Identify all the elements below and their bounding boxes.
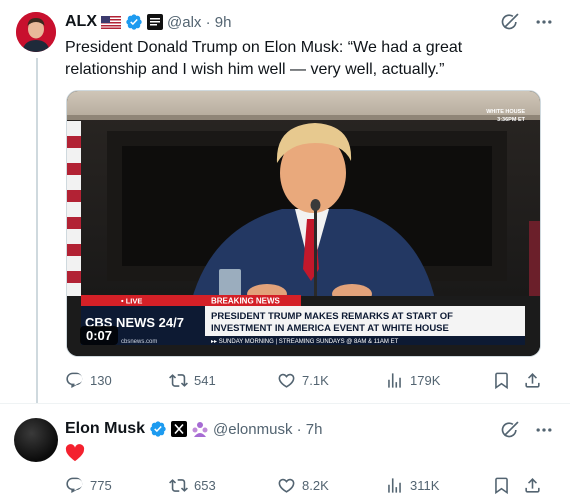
repost-count: 541 [194,373,216,388]
tweet-alx[interactable]: ALX @alx · 9h President Donald Trump on … [0,0,570,404]
reply-icon [65,371,84,390]
ticker-text: ▸▸ SUNDAY MORNING | STREAMING SUNDAYS @ … [211,339,399,345]
author-handle-time[interactable]: @alx · 9h [167,14,231,31]
repost-icon [169,476,188,495]
repost-button[interactable]: 541 [169,371,216,390]
affiliate-badge-icon[interactable] [147,14,163,30]
avatar-elonmusk[interactable] [14,418,58,462]
verified-badge-icon[interactable] [125,13,143,31]
people-group-icon [191,421,209,437]
like-count: 8.2K [302,478,329,493]
x-affiliate-badge-icon[interactable] [171,421,188,437]
tweet-actions: 775 653 8.2K 311K [65,476,543,496]
tweet-text: President Donald Trump on Elon Musk: “We… [65,39,463,78]
author-handle-time[interactable]: @elonmusk · 7h [213,421,322,438]
views-button[interactable]: 311K [385,476,439,495]
share-button[interactable] [523,371,542,390]
bookmark-icon [492,371,511,390]
headline-line-2: INVESTMENT IN AMERICA EVENT AT WHITE HOU… [211,323,449,334]
like-icon [277,476,296,495]
author-name[interactable]: Elon Musk [65,420,145,438]
repost-icon [169,371,188,390]
avatar-alx[interactable] [16,12,56,52]
like-button[interactable]: 8.2K [277,476,329,495]
views-button[interactable]: 179K [385,371,440,390]
video-frame: • LIVE BREAKING NEWS CBS NEWS 24/7 PRESI… [67,91,540,356]
views-icon [385,476,404,495]
tweet-top-actions [500,420,554,440]
bookmark-button[interactable] [492,371,511,390]
reply-button[interactable]: 130 [65,371,112,390]
red-heart-icon [65,444,85,467]
live-label: • LIVE [121,297,142,306]
reply-button[interactable]: 775 [65,476,112,495]
grok-icon[interactable] [500,420,520,440]
views-icon [385,371,404,390]
views-count: 311K [410,478,440,493]
repost-button[interactable]: 653 [169,476,216,495]
more-icon[interactable] [534,12,554,32]
share-button[interactable] [523,476,542,495]
share-icon [523,476,542,495]
tweet-header: Elon Musk @elonmusk · 7h [65,419,322,439]
breaking-news-label: BREAKING NEWS [211,297,281,306]
repost-count: 653 [194,478,216,493]
more-icon[interactable] [534,420,554,440]
site-label: cbsnews.com [121,339,157,345]
avatar-portrait-icon [16,12,56,52]
like-icon [277,371,296,390]
tweet-top-actions [500,12,554,32]
tweet-header: ALX @alx · 9h [65,12,231,32]
grok-icon[interactable] [500,12,520,32]
views-count: 179K [410,373,441,388]
video-player[interactable]: • LIVE BREAKING NEWS CBS NEWS 24/7 PRESI… [66,90,541,357]
reply-icon [65,476,84,495]
like-button[interactable]: 7.1K [277,371,329,390]
us-flag-icon [101,15,121,29]
reply-count: 130 [90,373,112,388]
video-duration: 0:07 [80,326,119,345]
verified-badge-icon[interactable] [149,420,167,438]
like-count: 7.1K [302,373,329,388]
author-name[interactable]: ALX [65,13,97,31]
headline-line-1: PRESIDENT TRUMP MAKES REMARKS AT START O… [211,311,453,322]
share-icon [523,371,542,390]
location-line-1: WHITE HOUSE [486,109,525,115]
reply-count: 775 [90,478,112,493]
location-line-2: 3:36PM ET [497,117,525,123]
tweet-elonmusk[interactable]: Elon Musk @elonmusk · 7h 775 653 8.2K 31… [0,404,570,497]
bookmark-button[interactable] [492,476,511,495]
tweet-actions: 130 541 7.1K 179K [65,371,543,391]
bookmark-icon [492,476,511,495]
